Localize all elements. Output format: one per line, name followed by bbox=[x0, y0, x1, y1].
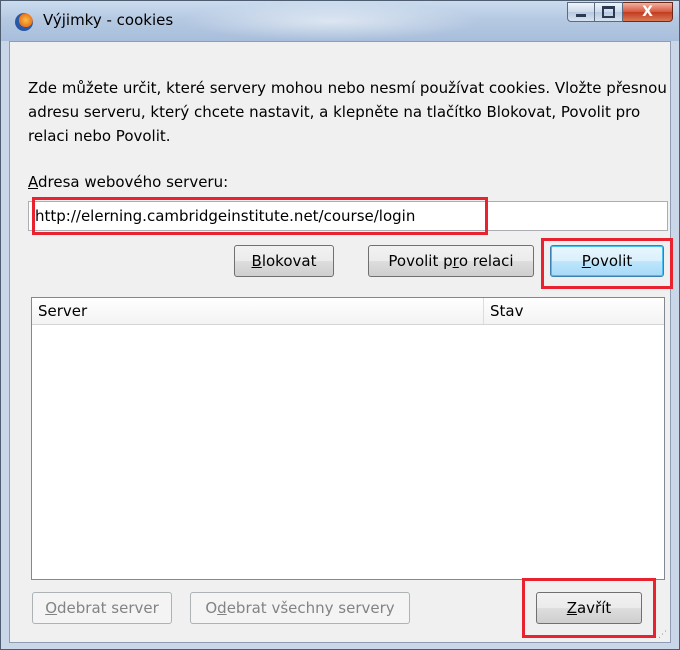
remove-all-label: ebrat všechny servery bbox=[226, 599, 395, 617]
remove-all-pre: O bbox=[205, 599, 218, 617]
remove-server-button[interactable]: Odebrat server bbox=[32, 592, 172, 624]
minimize-button[interactable] bbox=[567, 2, 595, 22]
remove-all-accel: d bbox=[217, 599, 227, 617]
close-accel: Z bbox=[566, 599, 577, 617]
window-title: Výjimky - cookies bbox=[43, 11, 174, 29]
description-text: Zde můžete určit, které servery mohou ne… bbox=[28, 79, 667, 145]
session-label-rest: o relaci bbox=[458, 252, 514, 270]
allow-session-button[interactable]: Povolit pro relaci bbox=[368, 245, 534, 277]
title-bar[interactable]: Výjimky - cookies X bbox=[1, 1, 679, 41]
block-accel: B bbox=[251, 252, 262, 270]
caption-buttons: X bbox=[567, 2, 673, 22]
allow-label: ovolit bbox=[590, 252, 633, 270]
resize-grip-icon[interactable]: ⋰ bbox=[658, 630, 668, 640]
address-label-accel: A bbox=[28, 173, 38, 191]
allow-button[interactable]: Povolit bbox=[550, 245, 664, 277]
remove-all-servers-button[interactable]: Od ebrat všechny servery bbox=[190, 592, 410, 624]
remove-accel: O bbox=[45, 599, 58, 617]
block-label: lokovat bbox=[261, 252, 317, 270]
firefox-icon bbox=[15, 13, 33, 31]
column-header-server[interactable]: Server bbox=[32, 298, 484, 324]
server-address-input[interactable] bbox=[28, 201, 668, 231]
maximize-button[interactable] bbox=[595, 2, 623, 22]
close-window-button[interactable]: X bbox=[623, 2, 673, 22]
cookie-exceptions-window: Výjimky - cookies X Zde můžete určit, kt… bbox=[0, 0, 680, 650]
address-label-rest: dresa webového serveru: bbox=[38, 173, 229, 191]
close-icon: X bbox=[642, 4, 653, 20]
block-button[interactable]: Blokovat bbox=[234, 245, 334, 277]
close-button[interactable]: Zavřít bbox=[536, 592, 642, 624]
list-header: Server Stav bbox=[32, 298, 664, 325]
session-label-pre: Povolit p bbox=[388, 252, 453, 270]
server-list[interactable]: Server Stav bbox=[31, 297, 665, 580]
column-header-status[interactable]: Stav bbox=[484, 298, 662, 324]
close-label: avřít bbox=[576, 599, 612, 617]
remove-label: debrat server bbox=[57, 599, 159, 617]
dialog-body: Zde můžete určit, které servery mohou ne… bbox=[9, 41, 673, 643]
address-label: Adresa webového serveru: bbox=[28, 173, 228, 191]
allow-accel: P bbox=[581, 252, 591, 270]
